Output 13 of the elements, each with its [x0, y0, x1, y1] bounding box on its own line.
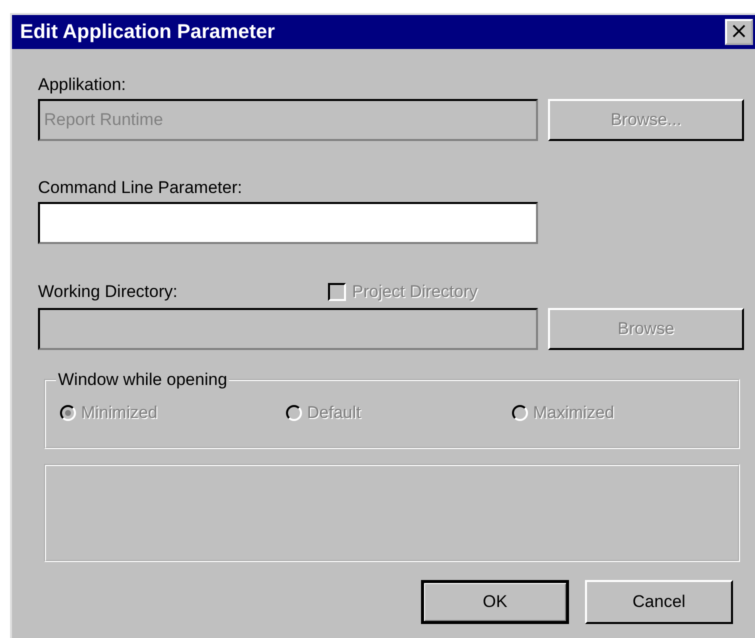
cancel-button[interactable]: Cancel — [585, 580, 733, 624]
field-label: Command Line Parameter: — [38, 178, 244, 198]
window-title: Edit Application Parameter — [20, 20, 275, 44]
radio-label: Minimized — [81, 403, 158, 423]
radio-label: Default — [307, 403, 361, 423]
close-button[interactable]: × — [725, 19, 753, 45]
field-label: Working Directory: — [38, 282, 178, 302]
group-title: Window while opening — [56, 370, 230, 390]
field-label: Applikation: — [38, 75, 127, 95]
ok-button[interactable]: OK — [421, 580, 569, 624]
radio-label: Maximized — [533, 403, 614, 423]
command-line-field[interactable] — [38, 202, 538, 244]
checkbox-label: Project Directory — [352, 282, 478, 302]
